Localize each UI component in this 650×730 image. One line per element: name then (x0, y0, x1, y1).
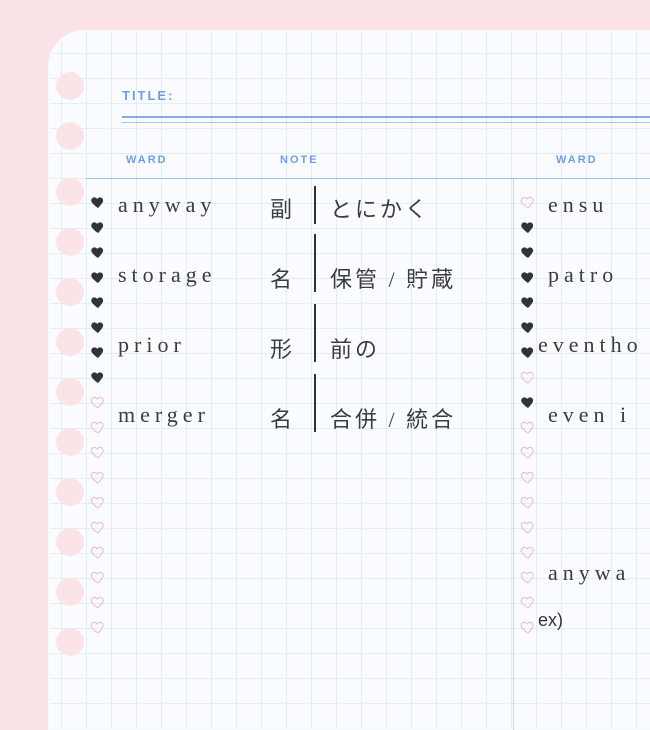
heart-icon-outline (90, 494, 106, 510)
binder-hole (56, 478, 84, 506)
cell-note: 保管 / 貯蔵 (330, 262, 456, 294)
heart-icon-filled (90, 219, 106, 235)
heart-icon-filled (90, 344, 106, 360)
cell-word2: patro (548, 262, 618, 288)
heart-icon-filled (90, 244, 106, 260)
binder-hole (56, 628, 84, 656)
cell-word: anyway (118, 192, 216, 218)
heart-icon-outline (90, 444, 106, 460)
heart-icon-outline (520, 619, 536, 635)
heart-icon-filled (90, 194, 106, 210)
binder-hole (56, 72, 84, 100)
binder-hole (56, 578, 84, 606)
binder-hole (56, 378, 84, 406)
heart-icon-filled (90, 294, 106, 310)
cell-pos: 副 (270, 192, 295, 224)
header-underline (86, 178, 650, 179)
note-divider (314, 374, 316, 432)
cell-note: 合併 / 統合 (330, 402, 456, 434)
column-header-word: WARD (126, 154, 168, 166)
heart-icon-filled (520, 244, 536, 260)
binder-hole (56, 328, 84, 356)
cell-word: prior (118, 332, 186, 358)
cell-pos: 名 (270, 402, 295, 434)
binder-hole (56, 178, 84, 206)
notebook-sheet: TITLE: WARD NOTE WARD anyway 副 とにかく ensu… (48, 30, 650, 730)
cell-word2: even i (548, 402, 631, 428)
heart-icon-filled (520, 344, 536, 360)
heart-icon-outline (520, 419, 536, 435)
heart-icon-outline (520, 194, 536, 210)
binder-hole (56, 278, 84, 306)
heart-icon-filled (520, 294, 536, 310)
heart-icon-outline (520, 444, 536, 460)
cell-note: とにかく (330, 192, 430, 224)
title-label: TITLE: (122, 88, 650, 103)
heart-icon-filled (520, 269, 536, 285)
binder-hole (56, 428, 84, 456)
heart-icon-outline (90, 619, 106, 635)
heart-icon-outline (520, 369, 536, 385)
heart-icon-outline (520, 569, 536, 585)
cell-pos: 名 (270, 262, 295, 294)
heart-icon-outline (90, 519, 106, 535)
binder-hole (56, 122, 84, 150)
binder-hole (56, 228, 84, 256)
heart-icon-outline (90, 394, 106, 410)
column-header-note: NOTE (280, 154, 319, 166)
heart-icon-filled (520, 319, 536, 335)
heart-icon-filled (90, 269, 106, 285)
title-underline (122, 116, 650, 118)
cell-note: 前の (330, 332, 380, 364)
heart-icon-outline (90, 594, 106, 610)
binder-hole (56, 528, 84, 556)
heart-icon-outline (520, 519, 536, 535)
note-divider (314, 304, 316, 362)
cell-word2-tail: anywa (548, 560, 630, 586)
cell-word2: ensu (548, 192, 608, 218)
heart-icon-filled (90, 369, 106, 385)
cell-pos: 形 (270, 332, 295, 364)
title-underline-thin (122, 122, 650, 123)
example-marker: ex) (538, 610, 563, 631)
heart-icon-outline (90, 419, 106, 435)
cell-word: storage (118, 262, 217, 288)
note-divider (314, 186, 316, 224)
heart-icon-outline (520, 544, 536, 560)
note-divider (314, 234, 316, 292)
heart-icon-outline (520, 594, 536, 610)
heart-icon-outline (90, 569, 106, 585)
heart-icon-filled (520, 394, 536, 410)
cell-word2: eventho (538, 332, 643, 358)
right-column-divider (513, 178, 514, 730)
cell-word: merger (118, 402, 210, 428)
heart-icon-outline (520, 469, 536, 485)
heart-icon-outline (90, 544, 106, 560)
heart-icon-outline (90, 469, 106, 485)
column-header-word2: WARD (556, 154, 598, 166)
heart-icon-outline (520, 494, 536, 510)
heart-icon-filled (520, 219, 536, 235)
heart-icon-filled (90, 319, 106, 335)
